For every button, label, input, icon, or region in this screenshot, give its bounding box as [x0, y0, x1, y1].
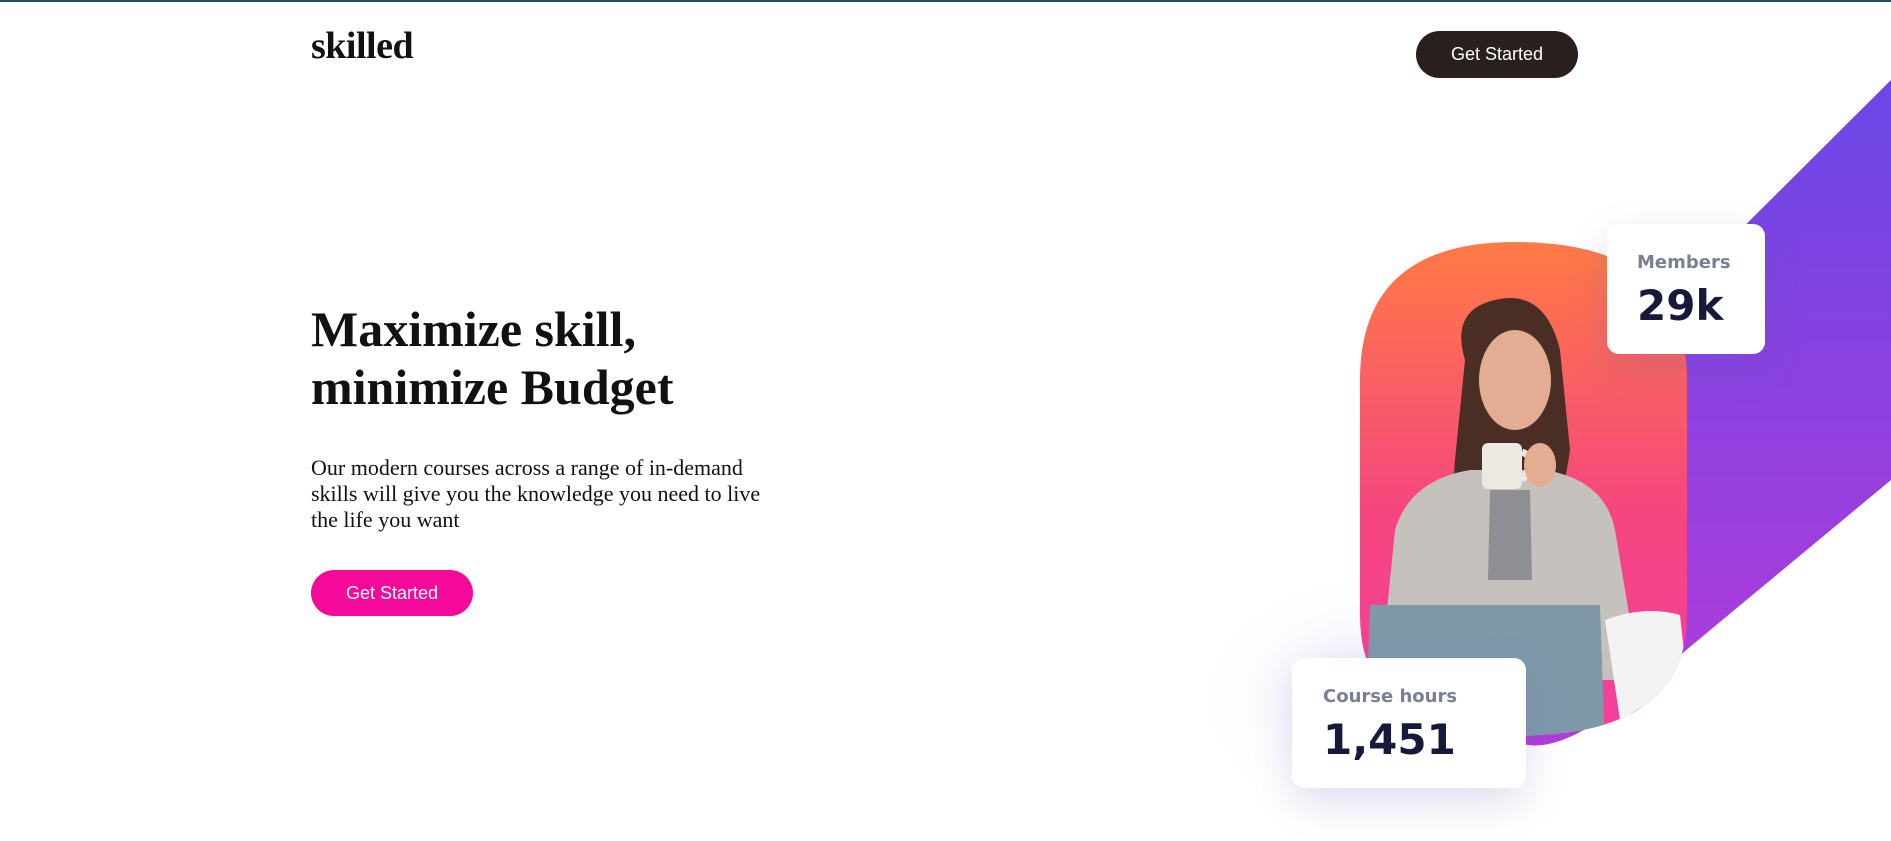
hero-headline: Maximize skill, minimize Budget [311, 300, 673, 416]
face-shape [1479, 330, 1551, 430]
members-label: Members [1637, 252, 1731, 273]
members-stat-card: Members 29k [1607, 224, 1765, 354]
shirt-shape [1488, 490, 1532, 580]
logo[interactable]: skilled [311, 24, 414, 68]
hand-shape [1524, 443, 1556, 487]
course-hours-stat-card: Course hours 1,451 [1292, 658, 1526, 788]
members-value: 29k [1637, 281, 1724, 330]
description-line: Our modern courses across a range of in-… [311, 455, 743, 480]
course-hours-label: Course hours [1323, 686, 1458, 707]
top-border [0, 0, 1891, 2]
description-line: the life you want [311, 507, 460, 532]
description-line: skills will give you the knowledge you n… [311, 481, 761, 506]
hero-description: Our modern courses across a range of in-… [311, 455, 821, 533]
headline-line: Maximize skill, [311, 301, 636, 357]
course-hours-value: 1,451 [1323, 715, 1456, 764]
headline-line: minimize Budget [311, 359, 674, 415]
hero-get-started-button[interactable]: Get Started [311, 570, 473, 616]
coffee-mug [1482, 443, 1522, 489]
